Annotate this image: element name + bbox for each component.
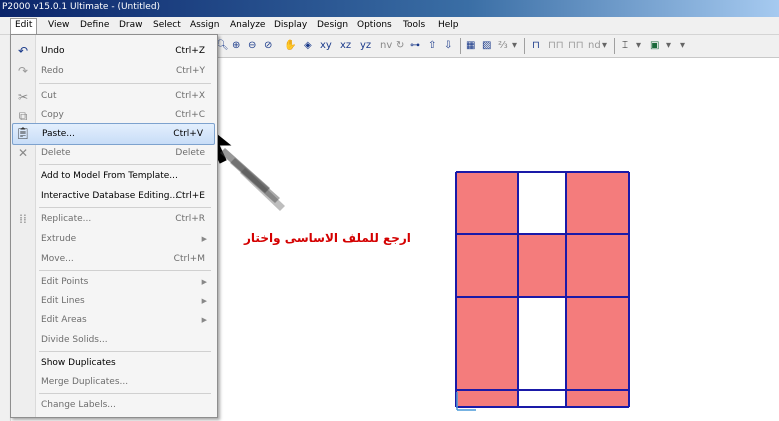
menu-item-cut[interactable]: Cut Ctrl+X: [35, 86, 215, 106]
copy-icon: ⧉: [18, 109, 28, 123]
menu-item-delete[interactable]: Delete Delete: [35, 143, 215, 163]
edit-menu-dropdown: ↶ Undo Ctrl+Z ↷ Redo Ctrl+Y ✂ Cut Ctrl+X…: [10, 34, 218, 418]
menu-item-label: Divide Solids...: [41, 335, 108, 345]
undo-icon: ↶: [17, 44, 29, 58]
menu-item-label: Add to Model From Template...: [41, 171, 178, 181]
menu-item-extrude[interactable]: Extrude ▶: [35, 229, 215, 249]
menu-separator: [39, 164, 211, 165]
menu-item-label: Edit Lines: [41, 296, 85, 306]
menu-item-shortcut: Ctrl+M: [173, 254, 205, 264]
menu-item-add-template[interactable]: Add to Model From Template...: [35, 166, 215, 186]
submenu-arrow-icon: ▶: [201, 316, 207, 324]
submenu-arrow-icon: ▶: [201, 297, 207, 305]
menu-item-label: Merge Duplicates...: [41, 377, 129, 387]
delete-icon: ✕: [17, 146, 29, 160]
cut-icon: ✂: [17, 90, 29, 104]
menu-separator: [39, 351, 211, 352]
menu-item-label: Redo: [41, 66, 64, 76]
menu-item-divide-solids[interactable]: Divide Solids...: [35, 330, 215, 350]
menu-item-shortcut: Ctrl+Z: [175, 46, 205, 56]
menu-item-label: Edit Areas: [41, 315, 87, 325]
menu-item-label: Paste...: [42, 129, 75, 139]
menu-separator: [39, 207, 211, 208]
menu-item-edit-points[interactable]: Edit Points ▶: [35, 272, 215, 292]
menu-item-interactive-database[interactable]: Interactive Database Editing... Ctrl+E: [35, 186, 215, 206]
menu-separator: [39, 270, 211, 271]
menu-item-label: Copy: [41, 110, 64, 120]
menu-item-edit-lines[interactable]: Edit Lines ▶: [35, 291, 215, 311]
menu-item-label: Edit Points: [41, 277, 89, 287]
menu-item-edit-areas[interactable]: Edit Areas ▶: [35, 310, 215, 330]
menu-item-copy[interactable]: Copy Ctrl+C: [35, 105, 215, 125]
menu-item-merge-duplicates[interactable]: Merge Duplicates...: [35, 372, 215, 392]
menu-item-shortcut: Ctrl+V: [173, 129, 203, 139]
paste-icon: 📋︎: [15, 126, 31, 140]
menu-item-label: Undo: [41, 46, 65, 56]
menu-item-shortcut: Ctrl+R: [175, 214, 205, 224]
menu-item-label: Move...: [41, 254, 74, 264]
menu-item-shortcut: Ctrl+Y: [175, 66, 205, 76]
menu-item-label: Show Duplicates: [41, 358, 116, 368]
menu-item-label: Extrude: [41, 234, 77, 244]
redo-icon: ↷: [17, 64, 29, 78]
menu-item-redo[interactable]: Redo Ctrl+Y: [35, 61, 215, 81]
menu-item-paste[interactable]: Paste... Ctrl+V: [12, 123, 215, 145]
menu-item-undo[interactable]: Undo Ctrl+Z: [35, 41, 215, 61]
menu-item-label: Replicate...: [41, 214, 92, 224]
menu-item-shortcut: Ctrl+X: [175, 91, 205, 101]
menu-item-show-duplicates[interactable]: Show Duplicates: [35, 353, 215, 373]
menu-item-change-labels[interactable]: Change Labels...: [35, 395, 215, 415]
menu-item-label: Cut: [41, 91, 57, 101]
menu-item-label: Change Labels...: [41, 400, 116, 410]
menu-item-shortcut: Ctrl+E: [175, 191, 205, 201]
menu-separator: [39, 83, 211, 84]
menu-item-replicate[interactable]: Replicate... Ctrl+R: [35, 209, 215, 229]
replicate-icon: ⁞⁞: [19, 212, 27, 226]
menu-item-shortcut: Delete: [175, 148, 205, 158]
submenu-arrow-icon: ▶: [201, 278, 207, 286]
menu-separator: [39, 393, 211, 394]
menu-item-shortcut: Ctrl+C: [175, 110, 205, 120]
menu-item-label: Delete: [41, 148, 71, 158]
menu-item-move[interactable]: Move... Ctrl+M: [35, 249, 215, 269]
menu-item-label: Interactive Database Editing...: [41, 191, 179, 201]
submenu-arrow-icon: ▶: [201, 235, 207, 243]
